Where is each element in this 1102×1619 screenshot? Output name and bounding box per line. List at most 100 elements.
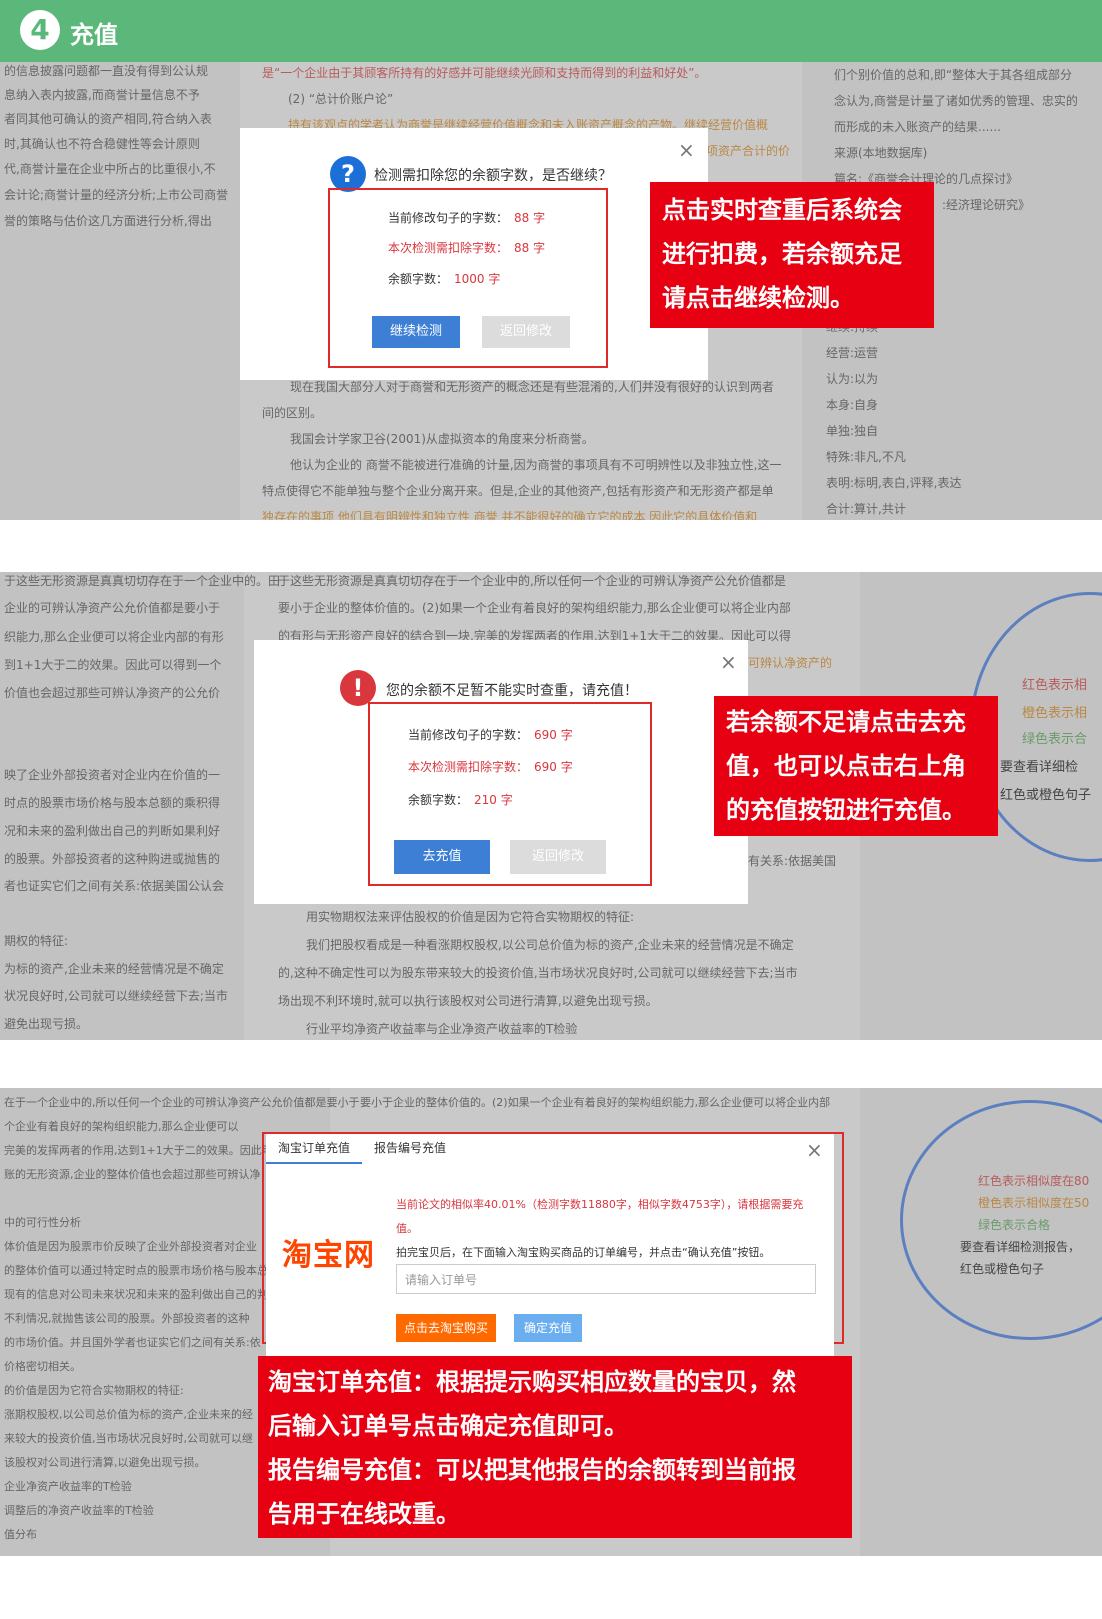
legend-red: 红色表示相 — [1022, 678, 1088, 693]
close-icon[interactable]: × — [678, 140, 695, 160]
bg-text-line: 的,这种不确定性可以为股东带来较大的投资价值,当市场状况良好时,公司就可以继续经… — [278, 966, 798, 980]
count-label: 余额字数： — [388, 272, 449, 286]
bg-text-line: 完美的发挥两者的作用,达到1+1大于二的效果。因此可 — [4, 1144, 273, 1157]
bg-text-line: 特点使得它不能单独与整个企业分离开来。但是,企业的其他资产,包括有形资产和无形资… — [262, 484, 774, 498]
bg-text-line: 是“一个企业由于其顾客所持有的好感并可能继续光顾和支持而得到的利益和好处”。 — [262, 66, 707, 80]
bg-text-line: 该股权对公司进行清算,以避免出现亏损。 — [4, 1456, 206, 1469]
bg-text-line: 者同其他可确认的资产相同,符合纳入表 — [4, 112, 212, 126]
bg-text-line: 状况良好时,公司就可以继续经营下去;当市 — [4, 989, 228, 1003]
screenshot-panel-3: 在于一个企业中的,所以任何一个企业的可辨认净资产公允价值都是要小于 个企业有着良… — [0, 1088, 1102, 1556]
bg-text-line: 避免出现亏损。 — [4, 1017, 89, 1031]
bg-text-line: 时,其确认也不符合稳健性等会计原则 — [4, 137, 200, 151]
bg-text-line: 他认为企业的 商誉不能被进行准确的计量,因为商誉的事项具有不可明辨性以及非独立性… — [290, 458, 782, 472]
bg-text-line: 单独:独自 — [826, 424, 879, 438]
count-label: 余额字数： — [408, 793, 469, 807]
legend-red: 红色表示相似度在80 — [978, 1174, 1090, 1188]
bg-text-line: 现在我国大部分人对于商誉和无形资产的概念还是有些混淆的,人们并没有很好的认识到两… — [290, 380, 774, 394]
bg-text-line: 场出现不利环境时,就可以执行该股权对公司进行清算,以避免出现亏损。 — [278, 994, 658, 1008]
tab-report-number[interactable]: 报告编号充值 — [362, 1134, 458, 1164]
bg-text-line: 表明:标明,表白,评释,表达 — [826, 476, 962, 490]
legend-green: 绿色表示合格 — [978, 1218, 1051, 1232]
bg-text-line: 的价值是因为它符合实物期权的特征: — [4, 1384, 184, 1397]
count-value: 690 字 — [534, 728, 573, 742]
dialog-question: 检测需扣除您的余额字数，是否继续？ — [374, 168, 612, 184]
deduction-count: 本次检测需扣除字数： 88 字 — [388, 239, 545, 256]
bg-text-line: 于这些无形资源是真真切切存在于一个企业中的。田 — [4, 574, 281, 588]
bg-text-line: 经营:运营 — [826, 346, 879, 360]
tab-taobao-order[interactable]: 淘宝订单充值 — [266, 1134, 362, 1164]
bg-text-line: 誉的策略与估价这几方面进行分析,得出 — [4, 214, 212, 228]
callout-line: 的充值按钮进行充值。 — [726, 796, 966, 824]
bg-text-line: 的股票。外部投资者的这种购进或抛售的 — [4, 852, 221, 866]
bg-text-line: 企业净资产收益率的T检验 — [4, 1480, 132, 1493]
confirm-deduction-dialog: × ? 检测需扣除您的余额字数，是否继续？ 当前修改句子的字数： 88 字 本次检… — [240, 128, 708, 380]
current-sentence-count: 当前修改句子的字数： 690 字 — [408, 726, 573, 743]
question-icon: ? — [330, 156, 366, 192]
legend-detail: 红色或橙色句子 — [960, 1262, 1045, 1276]
go-recharge-button[interactable]: 去充值 — [394, 840, 490, 874]
bg-text-line: 可辨认净资产的 — [748, 656, 833, 670]
dialog-title: 您的余额不足暂不能实时查重，请充值！ — [386, 683, 638, 699]
callout-line: 若余额不足请点击去充 — [726, 708, 966, 736]
instruction-callout: 若余额不足请点击去充 值，也可以点击右上角 的充值按钮进行充值。 — [714, 696, 998, 836]
return-edit-button[interactable]: 返回修改 — [482, 316, 570, 348]
similarity-notice: 值。 — [396, 1222, 418, 1235]
screenshot-panel-1: 的信息披露问题都一直没有得到公认规 息纳入表内披露,而商誉计量信息不予 者同其他… — [0, 62, 1102, 520]
instruction-callout: 点击实时查重后系统会 进行扣费，若余额充足 请点击继续检测。 — [650, 182, 934, 328]
bg-text-line: 要小于企业的整体价值的。(2)如果一个企业有着良好的架构组织能力,那么企业便可以… — [278, 601, 791, 615]
bg-text-line: 合计:算计,共计 — [826, 502, 906, 516]
step-number-badge: 4 — [20, 10, 60, 50]
confirm-recharge-button[interactable]: 确定充值 — [514, 1314, 582, 1342]
count-value: 1000 字 — [454, 272, 501, 286]
bg-text-line: 我国会计学家卫谷(2001)从虚拟资本的角度来分析商誉。 — [290, 432, 594, 446]
callout-line: 进行扣费，若余额充足 — [662, 240, 902, 268]
step-header: 4 充值 — [0, 0, 1102, 62]
bg-text-line: 者也证实它们之间有关系:依据美国公认会 — [4, 879, 225, 893]
bg-text-line: 涨期权股权,以公司总价值为标的资产,企业未来的经 — [4, 1408, 253, 1421]
count-label: 当前修改句子的字数： — [408, 728, 529, 742]
bg-text-line: 账的无形资源,企业的整体价值也会超过那些可辨认净 — [4, 1168, 261, 1181]
similarity-notice: 当前论文的相似率40.01%（检测字数11880字，相似字数4753字），请根据… — [396, 1198, 804, 1211]
bg-text-line: 价格密切相关。 — [4, 1360, 81, 1373]
current-sentence-count: 当前修改句子的字数： 88 字 — [388, 209, 545, 226]
warning-icon: ! — [340, 670, 376, 706]
bg-text-line: 行业平均净资产收益率与企业净资产收益率的T检验 — [306, 1022, 578, 1036]
recharge-dialog: 淘宝订单充值 报告编号充值 × 淘宝网 当前论文的相似率40.01%（检测字数1… — [266, 1134, 834, 1368]
bg-text-line: (2) “总计价账户论” — [288, 92, 394, 106]
bg-text-line: 企业的可辨认净资产公允价值都是要小于 — [4, 601, 221, 615]
insufficient-balance-dialog: × ! 您的余额不足暂不能实时查重，请充值！ 当前修改句子的字数： 690 字 本… — [254, 640, 748, 904]
count-value: 88 字 — [514, 241, 546, 255]
bg-text-line: 本身:自身 — [826, 398, 879, 412]
return-edit-button[interactable]: 返回修改 — [510, 840, 606, 874]
instruction-callout: 淘宝订单充值：根据提示购买相应数量的宝贝，然 后输入订单号点击确定充值即可。 报… — [258, 1356, 852, 1538]
count-value: 210 字 — [474, 793, 513, 807]
callout-line: 报告编号充值：可以把其他报告的余额转到当前报 — [268, 1456, 796, 1484]
order-number-input[interactable]: 请输入订单号 — [396, 1264, 816, 1294]
bg-text-line: 的整体价值可以通过特定时点的股票市场价格与股本总 — [4, 1264, 268, 1277]
bg-text-line: 项资产合计的价 — [706, 144, 791, 158]
bg-text-line: 要小于企业的整体价值的。(2)如果一个企业有着良好的架构组织能力,那么企业便可以… — [360, 1096, 831, 1109]
close-icon[interactable]: × — [720, 652, 737, 672]
bg-text-line: 期权的特征: — [4, 934, 69, 948]
callout-line: 告用于在线改重。 — [268, 1500, 460, 1528]
callout-line: 点击实时查重后系统会 — [662, 196, 902, 224]
count-label: 当前修改句子的字数： — [388, 211, 509, 225]
bg-text-line: 息纳入表内披露,而商誉计量信息不予 — [4, 88, 200, 102]
legend-detail: 红色或橙色句子 — [1000, 788, 1092, 803]
close-icon[interactable]: × — [806, 1140, 823, 1160]
bg-text-line: 用实物期权法来评估股权的价值是因为它符合实物期权的特征: — [306, 910, 635, 924]
count-value: 88 字 — [514, 211, 546, 225]
bg-text-line: 有关系:依据美国 — [748, 854, 837, 868]
bg-text-line: 中的可行性分析 — [4, 1216, 81, 1229]
continue-check-button[interactable]: 继续检测 — [372, 316, 460, 348]
bg-text-line: 映了企业外部投资者对企业内在价值的一 — [4, 768, 221, 782]
count-label: 本次检测需扣除字数： — [388, 241, 509, 255]
bg-text-line: :经济理论研究》 — [942, 198, 1031, 212]
taobao-buy-button[interactable]: 点击去淘宝购买 — [396, 1314, 496, 1342]
bg-text-line: 到1+1大于二的效果。因此可以得到一个 — [4, 658, 222, 672]
bg-text-line: 不利情况,就抛售该公司的股票。外部投资者的这种 — [4, 1312, 250, 1325]
count-label: 本次检测需扣除字数： — [408, 760, 529, 774]
left-context-pane — [0, 62, 240, 520]
bg-text-line: 于这些无形资源是真真切切存在于一个企业中的,所以任何一个企业的可辨认净资产公允价… — [278, 574, 786, 588]
bg-text-line: 体价值是因为股票市价反映了企业外部投资者对企业 — [4, 1240, 257, 1253]
